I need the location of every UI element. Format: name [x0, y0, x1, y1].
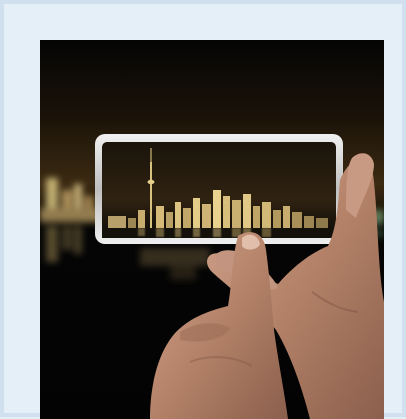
page-frame	[0, 0, 406, 419]
skyline-phone-photo	[40, 40, 384, 419]
